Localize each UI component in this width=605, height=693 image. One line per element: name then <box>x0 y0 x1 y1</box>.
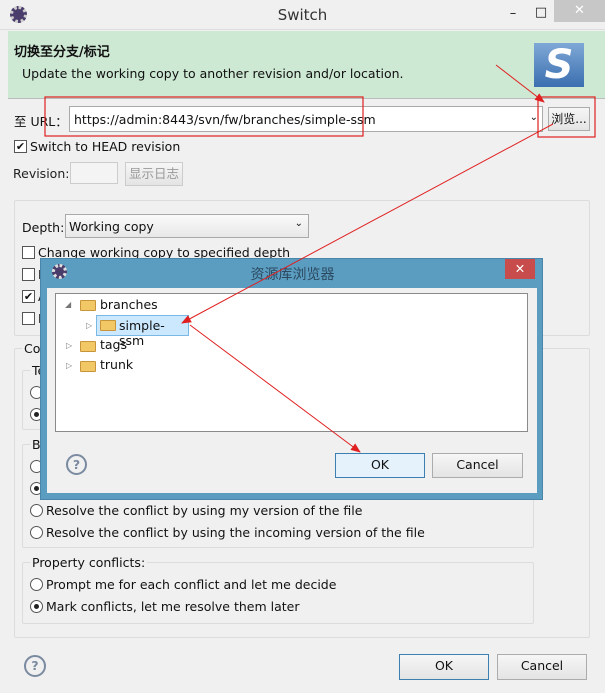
url-highlight-box <box>44 96 364 137</box>
annotation-arrow <box>189 324 361 453</box>
annotation-overlay <box>44 64 596 453</box>
browse-highlight-box <box>537 96 596 138</box>
annotation-arrow <box>495 64 545 103</box>
annotation-arrow <box>181 123 554 324</box>
